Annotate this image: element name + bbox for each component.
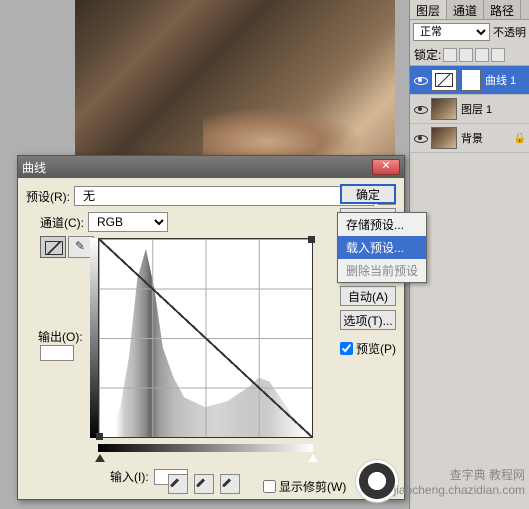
visibility-icon[interactable] [413,73,427,87]
layer-name: 图层 1 [461,101,492,117]
lock-transparency-icon[interactable] [443,48,457,62]
menu-load-preset[interactable]: 载入预设... [338,236,426,259]
lock-pixels-icon[interactable] [459,48,473,62]
visibility-icon[interactable] [413,131,427,145]
preset-dropdown-menu: 存储预设... 载入预设... 删除当前预设 [337,212,427,283]
blend-mode-row: 正常 不透明 [410,20,529,44]
preset-select[interactable]: 无 [74,186,374,206]
dialog-body: 预设(R): 无 通道(C): RGB 输出(O): [18,178,404,499]
lock-label: 锁定: [414,46,441,63]
layer-row-curves[interactable]: 曲线 1 [410,66,529,95]
tab-layers[interactable]: 图层 [410,0,447,19]
tab-channels[interactable]: 通道 [447,0,484,19]
layer-name: 背景 [461,130,483,146]
curve-line[interactable] [99,239,312,437]
lock-row: 锁定: [410,44,529,66]
blend-mode-select[interactable]: 正常 [413,23,490,41]
curves-graph[interactable] [98,238,313,438]
show-clipping: 显示修剪(W) [263,478,346,495]
lock-position-icon[interactable] [475,48,489,62]
visibility-icon[interactable] [413,102,427,116]
curves-dialog: 曲线 ✕ 预设(R): 无 通道(C): RGB [17,155,405,500]
dialog-titlebar[interactable]: 曲线 ✕ [18,156,404,178]
input-gradient [98,444,313,452]
layer-row-1[interactable]: 图层 1 [410,95,529,124]
photo-content [75,0,395,165]
tab-paths[interactable]: 路径 [484,0,521,19]
show-clipping-checkbox[interactable] [263,480,276,493]
channel-select[interactable]: RGB [88,212,168,232]
layer-thumbnail[interactable] [431,98,457,120]
layers-panel: 图层 通道 路径 正常 不透明 锁定: 曲线 1 图层 1 背景 🔒 [409,0,529,509]
eyedropper-tools [168,474,240,494]
preset-label: 预设(R): [26,188,70,205]
preview-checkbox[interactable] [340,342,353,355]
panel-tabs: 图层 通道 路径 [410,0,529,20]
options-button[interactable]: 选项(T)... [340,310,396,330]
lock-icon: 🔒 [514,133,526,144]
black-point-slider[interactable] [95,454,105,462]
preview-label: 预览(P) [356,340,396,357]
output-label: 输出(O): [38,328,83,361]
lock-all-icon[interactable] [491,48,505,62]
auto-button[interactable]: 自动(A) [340,286,396,306]
menu-save-preset[interactable]: 存储预设... [338,213,426,236]
output-field[interactable] [40,345,74,361]
curve-tool-button[interactable] [40,236,66,258]
menu-delete-preset: 删除当前预设 [338,259,426,282]
white-point-slider[interactable] [308,454,318,462]
ok-button[interactable]: 确定 [340,184,396,204]
gray-eyedropper[interactable] [194,474,214,494]
opacity-label: 不透明 [493,24,526,40]
watermark-text: 查字典 教程网 jiaocheng.chazidian.com [394,468,525,499]
dialog-title: 曲线 [22,159,372,176]
watermark-logo [355,459,399,503]
layer-mask-thumbnail[interactable] [461,69,481,91]
layer-thumbnail-curves[interactable] [431,69,457,91]
black-eyedropper[interactable] [168,474,188,494]
channel-label: 通道(C): [40,214,84,231]
preview-row: 预览(P) [340,340,396,357]
show-clipping-label: 显示修剪(W) [279,478,346,495]
output-gradient [90,238,98,438]
curve-point-highlight[interactable] [308,236,315,243]
curve-point-shadow[interactable] [96,433,103,440]
layer-name: 曲线 1 [485,72,516,88]
white-eyedropper[interactable] [220,474,240,494]
layer-thumbnail[interactable] [431,127,457,149]
layer-row-background[interactable]: 背景 🔒 [410,124,529,153]
close-button[interactable]: ✕ [372,159,400,175]
document-canvas[interactable] [75,0,395,165]
